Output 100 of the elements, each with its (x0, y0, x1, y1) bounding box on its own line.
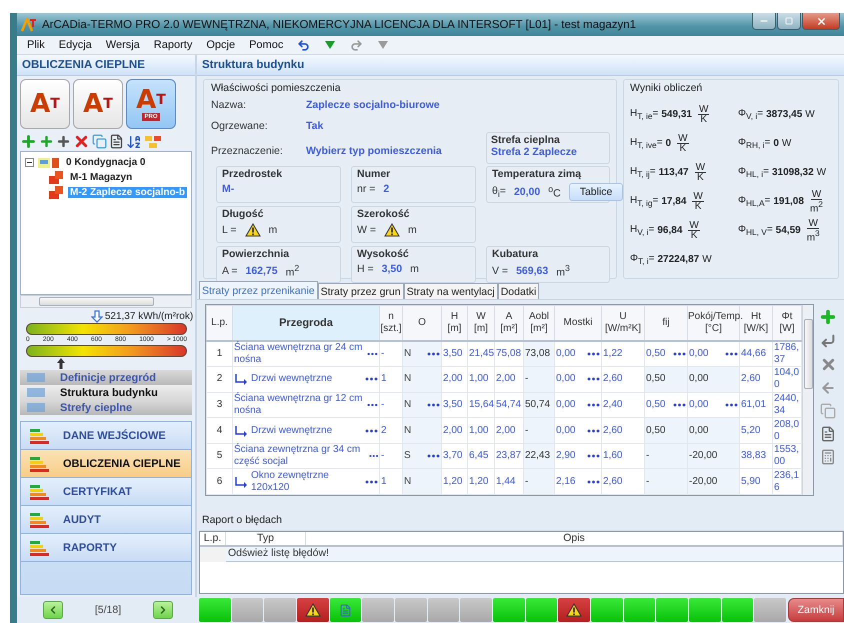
close-button[interactable] (802, 13, 840, 30)
menu-item[interactable]: Opcje (206, 39, 236, 51)
close-button[interactable]: Zamknij (788, 598, 844, 622)
add-icon[interactable] (20, 133, 37, 150)
more-icon[interactable] (587, 377, 600, 382)
table-cell: - (646, 476, 650, 488)
tab[interactable]: Straty na wentylacj (404, 283, 498, 299)
column-header: Aobl [m²] (524, 306, 554, 340)
menu-item[interactable]: Plik (27, 39, 45, 51)
module-item[interactable]: CERTYFIKAT (21, 478, 191, 506)
more-icon[interactable] (367, 352, 378, 356)
down-triangle-icon[interactable] (324, 40, 336, 50)
previous-button[interactable] (42, 601, 63, 619)
field-value: 3,50 (382, 263, 402, 275)
more-icon[interactable] (427, 402, 440, 407)
unit-label: W (816, 167, 826, 178)
table-cell-text: Okno zewnętrzne 120x120 (251, 470, 330, 494)
module-item[interactable]: RAPORTY (21, 534, 191, 562)
more-icon[interactable] (673, 352, 686, 356)
table-cell: 50,74 (525, 398, 550, 411)
section-title: Właściwości pomieszczenia (211, 82, 342, 94)
tab[interactable]: Straty przez grun (318, 283, 404, 299)
field-value[interactable]: Tak (306, 120, 324, 132)
section-item[interactable]: Strefy cieplne (20, 400, 192, 415)
undo-icon[interactable] (297, 38, 310, 52)
menu-item[interactable]: Raporty (154, 39, 192, 51)
menu-item[interactable]: Wersja (106, 39, 140, 51)
more-icon[interactable] (587, 402, 600, 407)
tree-item[interactable]: M-1 Magazyn (68, 172, 134, 183)
result-value: 27224,87 (657, 254, 700, 265)
more-icon[interactable] (365, 480, 378, 484)
delete-button[interactable] (820, 356, 836, 373)
menu-item[interactable]: Pomoc (249, 39, 284, 51)
grid-icon[interactable] (144, 134, 162, 148)
calculator-button[interactable] (820, 449, 836, 465)
more-icon[interactable] (587, 454, 600, 458)
status-block[interactable] (558, 598, 590, 622)
field-value[interactable]: Strefa 2 Zaplecze (491, 146, 605, 158)
add-icon[interactable] (39, 134, 54, 149)
table-cell: 104,00 (774, 367, 800, 392)
module-item[interactable]: AUDYT (21, 506, 191, 534)
unit-label: m (410, 263, 419, 275)
menu-item[interactable]: Edycja (58, 39, 92, 51)
section-icon (26, 402, 46, 413)
document-icon (339, 604, 352, 616)
bars-icon (29, 482, 49, 500)
table-cell: 5 (216, 450, 222, 462)
column-header: Φt [W] (772, 306, 802, 340)
tab[interactable]: Straty przez przenikanie (199, 281, 318, 299)
more-icon[interactable] (673, 402, 686, 407)
window-title: ArCADia-TERMO PRO 2.0 WEWNĘTRZNA, NIEKOMERCYJNA LICENCJA DLA INTERSOFT [L01] - test magazyn1 (42, 18, 636, 30)
field-value[interactable]: Wybierz typ pomieszczenia (306, 145, 442, 157)
unit-label: m$^{2}$ (286, 263, 300, 278)
document-icon[interactable] (109, 134, 124, 149)
more-icon[interactable] (587, 428, 600, 433)
more-icon[interactable] (587, 352, 600, 356)
insert-button[interactable] (820, 333, 836, 349)
next-button[interactable] (153, 601, 174, 619)
more-icon[interactable] (365, 377, 378, 382)
more-icon[interactable] (427, 352, 440, 356)
document-button[interactable] (820, 426, 836, 442)
status-block[interactable] (297, 598, 329, 622)
maximize-button[interactable] (777, 13, 801, 30)
section-item[interactable]: Struktura budynku (20, 385, 192, 400)
energy-reading: 521,37 kWh/(m²rok) (104, 311, 194, 322)
delete-icon[interactable] (73, 133, 90, 150)
section-item[interactable]: Definicje przegród (20, 370, 192, 385)
result-symbol: Φ$_{RH, i}$= (738, 137, 770, 150)
table-cell: 21,45 (469, 348, 494, 360)
more-icon[interactable] (587, 480, 600, 484)
tables-button[interactable]: Tablice (568, 183, 624, 201)
down-triangle-icon[interactable] (377, 40, 390, 50)
scrollbar[interactable] (20, 295, 192, 308)
column-header: Przegroda (232, 306, 380, 340)
scrollbar[interactable] (802, 305, 813, 495)
more-icon[interactable] (365, 428, 378, 433)
table-cell: 2,90 (556, 450, 576, 462)
more-icon[interactable] (368, 454, 378, 458)
unit-fraction: W m$^{2}$ (810, 190, 823, 214)
collapse-icon[interactable] (25, 158, 34, 167)
status-block[interactable] (330, 598, 362, 622)
more-icon[interactable] (725, 352, 738, 356)
more-icon[interactable] (367, 402, 378, 407)
add-icon[interactable] (56, 134, 71, 149)
more-icon[interactable] (427, 454, 440, 458)
module-item[interactable]: OBLICZENIA CIEPLNE (21, 450, 191, 478)
table-cell: 3,50 (443, 398, 462, 411)
sort-icon[interactable] (126, 134, 142, 150)
result-symbol: Φ$_{V, i}$= (738, 108, 764, 121)
column-header: Opis (306, 532, 843, 545)
minimize-button[interactable] (752, 13, 776, 30)
field-value[interactable]: Zaplecze socjalno-biurowe (306, 98, 440, 110)
module-item[interactable]: DANE WEJŚCIOWE (21, 422, 191, 450)
table-cell: - (381, 398, 384, 411)
tab[interactable]: Dodatki (498, 283, 540, 299)
table-cell: 0,00 (556, 424, 576, 437)
redo-icon[interactable] (350, 38, 364, 52)
table-cell: 1,00 (469, 373, 488, 386)
more-icon[interactable] (725, 402, 738, 407)
tree-item[interactable]: 0 Kondygnacja 0 (64, 157, 148, 168)
